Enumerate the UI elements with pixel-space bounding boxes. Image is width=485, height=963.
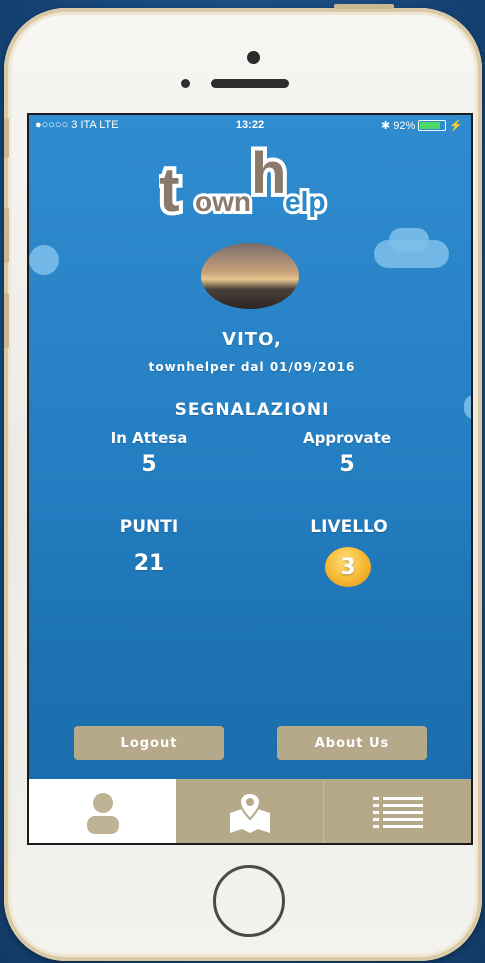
townhelp-logo: t t own own h h elp elp [159,143,328,223]
tab-bar [29,779,471,843]
status-bar: ●○○○○ 3 ITA LTE 13:22 ✱ 92% ⚡ [29,115,471,135]
map-icon [229,791,270,833]
logout-button[interactable]: Logout [74,726,224,760]
proximity-sensor [247,51,260,64]
mute-switch [4,118,9,158]
battery-percent: 92% [393,119,416,132]
user-name: VITO, [222,329,282,350]
reports-title: SEGNALAZIONI [174,400,330,420]
pending-label: In Attesa [110,429,188,447]
user-icon [86,793,119,834]
volume-down-button [4,293,9,348]
points-value: 21 [133,551,165,576]
level-label: LIVELLO [310,517,388,537]
status-right: ✱ 92% ⚡ [381,119,463,133]
battery-icon [418,120,447,131]
volume-up-button [4,208,9,263]
charging-icon: ⚡ [449,120,463,132]
logo-letter-t: t [159,156,180,223]
earpiece-speaker [211,79,289,88]
tab-map[interactable] [176,779,324,843]
points-label: PUNTI [119,517,179,537]
tab-profile[interactable] [29,779,176,843]
list-icon [372,797,423,828]
pending-value: 5 [141,452,157,477]
level-value: 3 [340,554,356,580]
logo-letter-h: h [251,143,286,206]
logo-own: own [195,186,251,217]
about-us-button[interactable]: About Us [277,726,427,760]
cloud-decoration [389,228,429,252]
tab-list[interactable] [324,779,471,843]
front-camera [181,79,190,88]
bluetooth-icon: ✱ [381,120,391,132]
level-badge: 3 [325,547,371,587]
approved-label: Approvate [302,429,392,447]
avatar [201,243,299,309]
cloud-decoration [29,245,59,275]
battery-fill [420,122,441,129]
logo-elp: elp [285,186,325,217]
app-screen: ●○○○○ 3 ITA LTE 13:22 ✱ 92% ⚡ t t own ow… [27,113,473,845]
member-since: townhelper dal 01/09/2016 [148,360,356,374]
approved-value: 5 [339,452,355,477]
power-button [334,4,394,9]
home-button[interactable] [213,865,285,937]
